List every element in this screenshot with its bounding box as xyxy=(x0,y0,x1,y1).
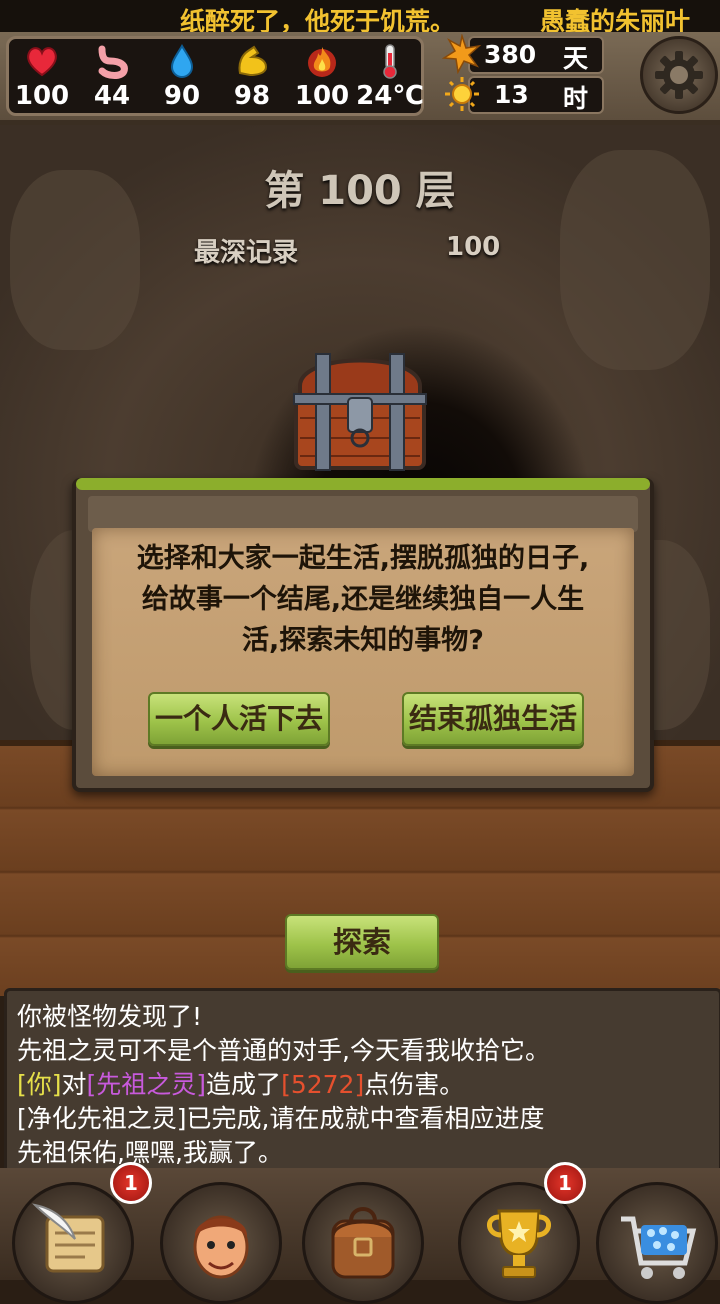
dialog-header xyxy=(88,496,638,532)
time-panel: 380 天 13 时 xyxy=(440,34,604,114)
water-drop-icon xyxy=(170,44,194,78)
log-actor: [你] xyxy=(17,1070,62,1099)
marquee-text-1: 纸醉死了，他死于饥荒。 xyxy=(180,7,456,34)
trophy-icon xyxy=(487,1209,551,1278)
status-bar: 100 44 90 98 100 24℃ 380 天 13 时 xyxy=(0,32,720,125)
fire-icon xyxy=(308,47,336,77)
dialog-body: 选择和大家一起生活,摆脱孤独的日子, 给故事一个结尾,还是继续独自一人生 活,探… xyxy=(92,528,634,776)
marquee-text-2: 愚蠢的朱丽叶 xyxy=(540,7,691,34)
dialog-message: 选择和大家一起生活,摆脱孤独的日子, 给故事一个结尾,还是继续独自一人生 活,探… xyxy=(106,538,620,661)
hours-counter: 13 时 xyxy=(468,76,604,114)
water-value: 90 xyxy=(163,81,201,111)
strength-value: 98 xyxy=(233,81,271,111)
log-damage: [5272] xyxy=(281,1070,365,1099)
dialog-line-2: 给故事一个结尾,还是继续独自一人生 xyxy=(141,584,585,615)
thermometer-icon xyxy=(383,44,397,79)
log-to: 对 xyxy=(61,1070,87,1099)
end-solitude-button[interactable]: 结束孤独生活 xyxy=(402,692,584,746)
shop-cart-icon xyxy=(621,1216,697,1279)
log-target: [先祖之灵] xyxy=(86,1070,207,1099)
quest-notification-badge: 1 xyxy=(110,1162,152,1204)
stat-temperature: 24℃ xyxy=(356,39,424,113)
stat-hunger: 44 xyxy=(81,39,143,113)
gear-icon xyxy=(655,51,703,99)
sun-burst-icon xyxy=(442,34,482,74)
hunger-value: 44 xyxy=(93,81,131,111)
shop-button[interactable] xyxy=(596,1182,718,1304)
character-button[interactable] xyxy=(160,1182,282,1304)
fire-value: 100 xyxy=(294,81,350,111)
stat-health: 100 xyxy=(11,39,73,113)
message-log[interactable]: 你被怪物发现了! 先祖之灵可不是个普通的对手,今天看我收拾它。 [你]对[先祖之… xyxy=(4,988,720,1174)
temperature-value: 24℃ xyxy=(356,81,424,111)
log-line-2: 先祖之灵可不是个普通的对手,今天看我收拾它。 xyxy=(17,1036,550,1065)
settings-button[interactable] xyxy=(640,36,718,114)
backpack-icon xyxy=(331,1207,395,1279)
treasure-chest-icon xyxy=(293,353,427,471)
choice-dialog: 选择和大家一起生活,摆脱孤独的日子, 给故事一个结尾,还是继续独自一人生 活,探… xyxy=(72,478,654,792)
character-portrait-icon xyxy=(193,1215,249,1279)
explore-button[interactable]: 探索 xyxy=(285,914,439,970)
stat-water: 90 xyxy=(151,39,213,113)
stat-fire: 100 xyxy=(291,39,353,113)
news-marquee: 纸醉死了，他死于饥荒。 愚蠢的朱丽叶 xyxy=(0,0,720,34)
stats-panel: 100 44 90 98 100 24℃ xyxy=(6,36,424,116)
achievement-notification-badge: 1 xyxy=(544,1162,586,1204)
bottom-nav: 1 1 xyxy=(0,1162,720,1304)
muscle-icon xyxy=(238,45,268,77)
quest-log-button[interactable] xyxy=(12,1182,134,1304)
hours-unit: 时 xyxy=(562,84,588,113)
dialog-line-1: 选择和大家一起生活,摆脱孤独的日子, xyxy=(136,543,590,574)
days-counter: 380 天 xyxy=(468,36,604,74)
sun-icon xyxy=(445,77,479,111)
log-suffix: 点伤害。 xyxy=(364,1070,465,1099)
log-line-3: [你]对[先祖之灵]造成了[5272]点伤害。 xyxy=(17,1065,464,1101)
dialog-line-3: 活,探索未知的事物? xyxy=(242,625,484,656)
heart-icon xyxy=(27,47,57,77)
live-alone-button[interactable]: 一个人活下去 xyxy=(148,692,330,746)
log-line-4: [净化先祖之灵]已完成,请在成就中查看相应进度 xyxy=(17,1104,545,1133)
days-value: 380 xyxy=(484,40,537,69)
log-line-1: 你被怪物发现了! xyxy=(17,1002,203,1031)
log-line-5: 先祖保佑,嘿嘿,我赢了。 xyxy=(17,1138,283,1167)
floor-title: 第 100 层 xyxy=(264,168,456,214)
stat-strength: 98 xyxy=(221,39,283,113)
days-unit: 天 xyxy=(562,44,588,73)
record-value: 100 xyxy=(446,232,501,262)
slime-trim xyxy=(76,478,650,490)
record-label: 最深记录 xyxy=(194,238,299,268)
scroll-quill-icon xyxy=(31,1203,105,1273)
stomach-icon xyxy=(98,45,128,79)
hours-value: 13 xyxy=(494,80,529,109)
health-value: 100 xyxy=(14,81,70,111)
backpack-button[interactable] xyxy=(302,1182,424,1304)
log-caused: 造成了 xyxy=(206,1070,282,1099)
